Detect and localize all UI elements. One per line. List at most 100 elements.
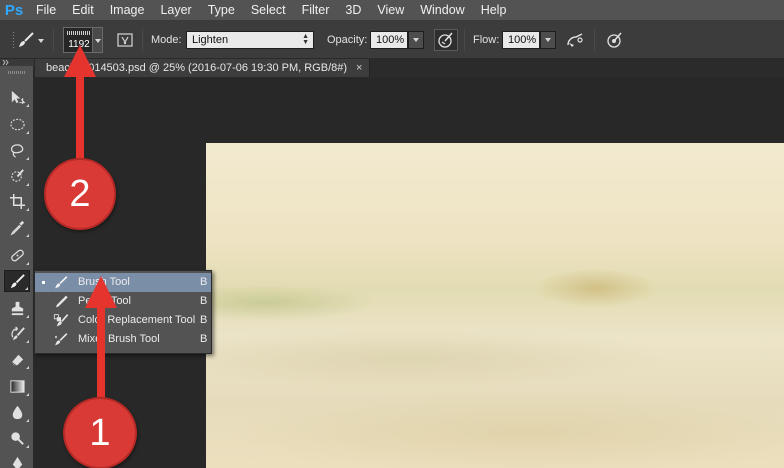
tool-preset-dropdown[interactable] [36,30,46,50]
options-bar: 1192 Mode: Lighten ▲ ▼ Opacity: 100% Flow… [0,21,784,59]
history-brush-tool[interactable] [4,322,30,344]
menu-file[interactable]: File [28,0,64,21]
history-brush-icon [10,325,25,340]
clone-stamp-tool[interactable] [4,297,30,319]
brush-preset-picker[interactable]: 1192 [63,27,93,53]
lasso-icon [10,143,23,158]
menu-type[interactable]: Type [200,0,243,21]
move-tool-icon [11,90,25,104]
menu-window[interactable]: Window [412,0,472,21]
menu-edit[interactable]: Edit [64,0,102,21]
flyout-item-brush-tool[interactable]: Brush Tool B [35,273,211,292]
menu-image[interactable]: Image [102,0,153,21]
brush-tools-flyout: Brush Tool B Pencil Tool B Color Replace… [34,270,212,354]
brush-panel-toggle-icon[interactable] [115,30,135,50]
opacity-label: Opacity: [327,34,368,46]
flow-slider-dropdown[interactable] [540,31,556,49]
eraser-icon [11,354,23,366]
document-title: beach_1014503.psd @ 25% (2016-07-06 19:3… [46,62,348,74]
image-canvas[interactable] [206,143,784,468]
menu-layer[interactable]: Layer [152,0,199,21]
brush-size-value: 1192 [68,39,90,50]
opacity-slider-dropdown[interactable] [408,31,424,49]
blur-tool[interactable] [4,401,30,423]
photoshop-logo: Ps [4,1,24,19]
crop-icon [9,193,25,209]
flyout-label: Mixer Brush Tool [78,333,160,345]
opacity-input[interactable]: 100% [370,31,408,49]
document-tab-bar: beach_1014503.psd @ 25% (2016-07-06 19:3… [35,59,784,77]
gradient-icon [9,379,25,393]
brush-preview-icon [67,31,90,35]
bandage-icon [10,249,24,261]
healing-brush-tool[interactable] [4,244,30,266]
mode-label: Mode: [151,34,182,46]
pen-icon [12,456,22,468]
eraser-tool[interactable] [4,348,30,370]
flyout-shortcut: B [200,295,208,307]
marquee-tool[interactable] [4,113,30,135]
flyout-item-mixer-brush-tool[interactable]: Mixer Brush Tool B [35,330,211,349]
dodge-icon [10,431,24,445]
flyout-item-pencil-tool[interactable]: Pencil Tool B [35,292,211,311]
elliptical-marquee-icon [9,118,25,130]
opacity-value: 100% [376,34,405,46]
dodge-tool[interactable] [4,427,30,449]
menu-bar: Ps File Edit Image Layer Type Select Fil… [0,0,784,21]
pressure-opacity-button[interactable] [434,29,458,51]
callout-2: 2 [44,158,116,230]
pressure-opacity-icon [438,32,453,48]
divider [594,29,595,51]
flow-value: 100% [508,34,537,46]
menu-select[interactable]: Select [243,0,294,21]
quick-selection-icon [10,168,24,182]
callout-1: 1 [63,397,137,468]
pressure-size-icon[interactable] [605,30,625,50]
brush-preset-dropdown[interactable] [93,27,103,53]
flyout-label: Brush Tool [78,276,130,288]
crop-tool[interactable] [4,190,30,212]
brush-icon [10,273,25,288]
flow-label: Flow: [473,34,500,46]
blend-mode-select[interactable]: Lighten ▲ ▼ [186,31,314,49]
mixer-brush-icon [53,332,69,347]
menu-filter[interactable]: Filter [294,0,338,21]
tools-panel-header[interactable] [0,59,34,66]
color-replacement-icon [53,313,69,328]
blend-mode-value: Lighten [192,34,229,46]
divider [142,29,143,51]
tools-panel [0,59,34,468]
document-tab[interactable]: beach_1014503.psd @ 25% (2016-07-06 19:3… [35,59,370,77]
gradient-tool[interactable] [4,375,30,397]
flyout-label: Pencil Tool [78,295,131,307]
tools-panel-grip-icon[interactable] [8,71,26,74]
brush-tool[interactable] [4,270,30,292]
flyout-shortcut: B [200,276,208,288]
current-tool-brush-icon[interactable] [16,30,36,50]
menu-view[interactable]: View [369,0,412,21]
flow-input[interactable]: 100% [502,31,540,49]
move-tool[interactable] [4,86,30,108]
flyout-label: Color Replacement Tool [78,314,196,326]
eyedropper-icon [9,220,24,235]
selected-bullet-icon [42,281,45,284]
flyout-shortcut: B [200,333,208,345]
quick-selection-tool[interactable] [4,165,30,187]
divider [464,29,465,51]
menu-3d[interactable]: 3D [337,0,369,21]
brush-icon [53,275,69,290]
stamp-icon [11,301,23,315]
pencil-icon [53,294,69,309]
divider [53,29,54,51]
airbrush-icon[interactable] [565,30,585,50]
flyout-item-color-replacement-tool[interactable]: Color Replacement Tool B [35,311,211,330]
water-drop-icon [12,405,22,419]
pen-tool[interactable] [4,452,30,468]
select-arrows-icon: ▲ ▼ [302,33,309,46]
collapse-icon [2,59,9,66]
lasso-tool[interactable] [4,139,30,161]
close-icon[interactable]: × [356,59,362,77]
menu-help[interactable]: Help [473,0,515,21]
flyout-shortcut: B [200,314,208,326]
eyedropper-tool[interactable] [4,216,30,238]
